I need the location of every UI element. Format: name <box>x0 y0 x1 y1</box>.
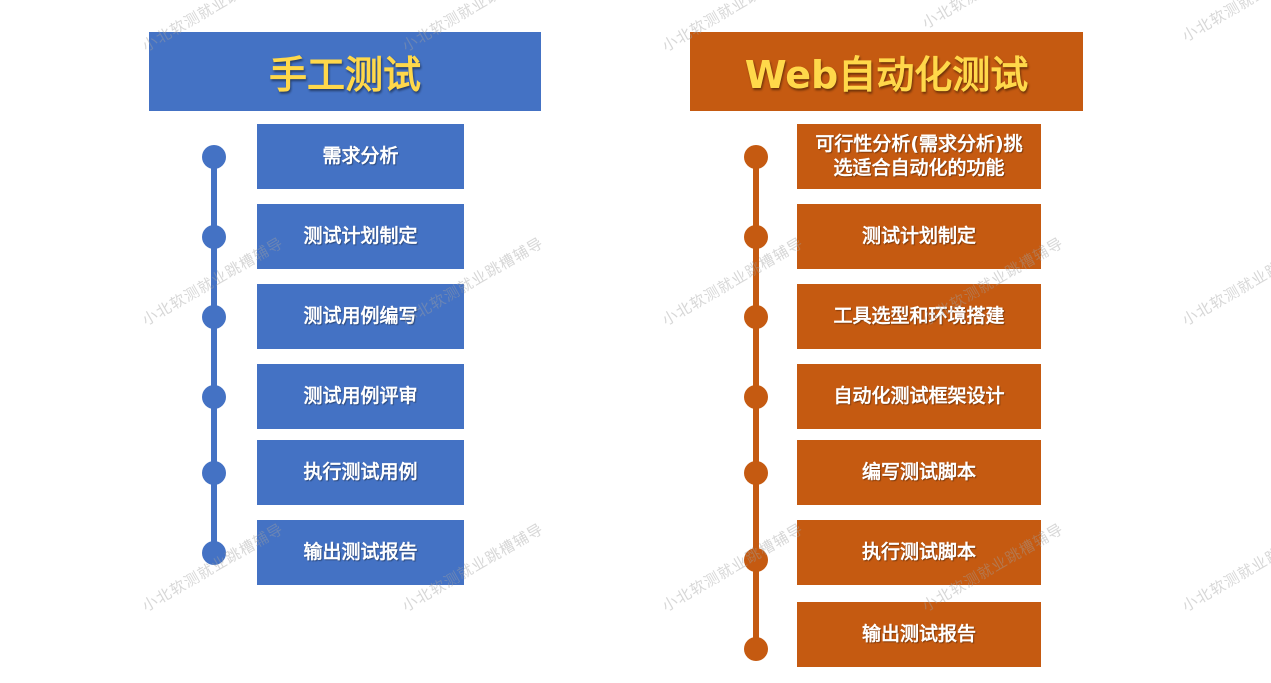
web-timeline-dot <box>744 461 768 485</box>
web-timeline-dot <box>744 385 768 409</box>
manual-timeline-line <box>211 157 217 553</box>
web-timeline-dot <box>744 225 768 249</box>
manual-step-3: 测试用例编写 <box>257 284 464 349</box>
watermark: 小北软测就业跳槽辅导 <box>1178 0 1271 46</box>
manual-step-5: 执行测试用例 <box>257 440 464 505</box>
web-automation-title: Web自动化测试 <box>690 32 1083 111</box>
web-step-7: 输出测试报告 <box>797 602 1041 667</box>
manual-testing-title: 手工测试 <box>149 32 541 111</box>
manual-step-1: 需求分析 <box>257 124 464 189</box>
manual-testing-column: 手工测试 需求分析 测试计划制定 测试用例编写 测试用例评审 执行测试用例 输出… <box>149 0 541 683</box>
manual-step-4: 测试用例评审 <box>257 364 464 429</box>
manual-timeline-dot <box>202 225 226 249</box>
manual-timeline-dot <box>202 145 226 169</box>
web-timeline-dot <box>744 548 768 572</box>
manual-timeline-dot <box>202 385 226 409</box>
web-step-5: 编写测试脚本 <box>797 440 1041 505</box>
web-timeline-dot <box>744 305 768 329</box>
manual-timeline-dot <box>202 461 226 485</box>
manual-step-6: 输出测试报告 <box>257 520 464 585</box>
web-automation-column: Web自动化测试 可行性分析(需求分析)挑选适合自动化的功能 测试计划制定 工具… <box>690 0 1083 683</box>
watermark: 小北软测就业跳槽辅导 <box>1179 233 1271 330</box>
web-timeline-dot <box>744 145 768 169</box>
manual-step-2: 测试计划制定 <box>257 204 464 269</box>
web-step-3: 工具选型和环境搭建 <box>797 284 1041 349</box>
web-step-1: 可行性分析(需求分析)挑选适合自动化的功能 <box>797 124 1041 189</box>
watermark: 小北软测就业跳槽辅导 <box>1179 519 1271 616</box>
manual-timeline-dot <box>202 305 226 329</box>
web-timeline-dot <box>744 637 768 661</box>
web-step-4: 自动化测试框架设计 <box>797 364 1041 429</box>
manual-timeline-dot <box>202 541 226 565</box>
web-step-6: 执行测试脚本 <box>797 520 1041 585</box>
web-step-2: 测试计划制定 <box>797 204 1041 269</box>
